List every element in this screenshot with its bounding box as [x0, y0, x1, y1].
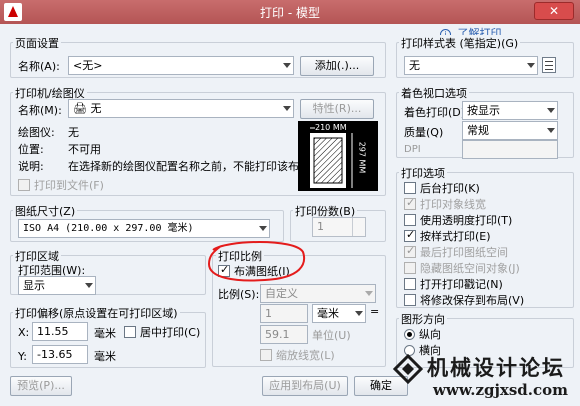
preview-button[interactable]: 预览(P)... — [10, 376, 72, 396]
page-setup-name-select[interactable]: <无> — [68, 56, 294, 75]
print-to-file-checkbox[interactable]: 打印到文件(F) — [18, 178, 104, 192]
plot-style-label: 打印样式表 (笔指定)(G) — [399, 35, 521, 51]
offset-x-unit: 毫米 — [94, 327, 116, 340]
dpi-input[interactable] — [462, 140, 558, 159]
save-changes-to-layout-checkbox[interactable]: 将修改保存到布局(V) — [404, 293, 524, 307]
apply-to-layout-button[interactable]: 应用到布局(U) — [262, 376, 348, 396]
forum-watermark: 机械设计论坛 www.zgjxsd.com — [393, 348, 577, 404]
dpi-label: DPI — [404, 144, 421, 155]
paper-size-select[interactable]: ISO A4 (210.00 x 297.00 毫米) — [18, 219, 270, 238]
paper-size-label: 图纸尺寸(Z) — [13, 203, 78, 219]
orientation-label: 图形方向 — [399, 311, 447, 327]
paper-preview: 210 MM 297 MM — [298, 121, 378, 191]
quality-select[interactable]: 常规 — [462, 121, 558, 140]
scale-unit-select[interactable]: 毫米 — [312, 304, 366, 323]
plot-with-styles-checkbox[interactable]: 按样式打印(E) — [404, 228, 491, 243]
scale-numerator-input[interactable]: 1 — [260, 304, 308, 323]
chevron-down-icon — [259, 226, 267, 231]
plot-lineweights-checkbox[interactable]: 打印对象线宽 — [404, 196, 486, 211]
chevron-down-icon — [85, 283, 93, 288]
offset-y-input[interactable]: -13.65 — [32, 345, 88, 364]
plotter-label: 绘图仪: — [18, 126, 55, 139]
plotter-value: 无 — [68, 126, 79, 139]
chevron-down-icon — [355, 311, 363, 316]
description-label: 说明: — [18, 160, 44, 173]
printer-properties-button[interactable]: 特性(R)... — [300, 99, 374, 119]
shade-plot-label: 着色打印(D) — [404, 106, 466, 119]
scale-denominator-input[interactable]: 59.1 — [260, 325, 308, 344]
chevron-down-icon — [547, 128, 555, 133]
watermark-url: www.zgjxsd.com — [433, 381, 568, 399]
shaded-viewport-label: 着色视口选项 — [399, 85, 469, 101]
center-plot-checkbox[interactable]: 居中打印(C) — [124, 325, 200, 339]
preview-width-label: 210 MM — [315, 123, 347, 132]
background-plot-checkbox[interactable]: 后台打印(K) — [404, 181, 480, 195]
quality-label: 质量(Q) — [404, 126, 444, 139]
description-value: 在选择新的绘图仪配置名称之前，不能打印该布局。 — [68, 160, 321, 173]
location-label: 位置: — [18, 143, 44, 156]
add-page-setup-button[interactable]: 添加(.)... — [300, 56, 374, 76]
printer-name-select[interactable]: 🖨 无 — [68, 99, 294, 118]
plot-range-select[interactable]: 显示 — [18, 276, 96, 295]
printer-name-label: 名称(M): — [18, 104, 62, 117]
preview-height-label: 297 MM — [357, 141, 367, 174]
close-button[interactable]: ✕ — [534, 2, 574, 20]
page-setup-label: 页面设置 — [13, 35, 61, 51]
watermark-logo-icon — [393, 354, 423, 384]
printer-icon: 🖨 — [73, 102, 87, 115]
page-setup-name-label: 名称(A): — [18, 60, 60, 73]
scale-label: 比例(S): — [218, 288, 260, 301]
plot-style-select[interactable]: 无 — [404, 56, 538, 75]
plot-transparency-checkbox[interactable]: 使用透明度打印(T) — [404, 213, 512, 227]
chevron-down-icon — [547, 108, 555, 113]
scale-select[interactable]: 自定义 — [260, 284, 376, 303]
offset-x-label: X: — [18, 326, 30, 339]
plot-offset-label: 打印偏移(原点设置在可打印区域) — [13, 305, 180, 321]
title-bar: 打印 - 模型 ✕ — [0, 0, 580, 24]
shade-plot-select[interactable]: 按显示 — [462, 101, 558, 120]
location-value: 不可用 — [68, 143, 101, 156]
scale-equals-sign: = — [370, 305, 380, 318]
chevron-down-icon — [527, 63, 535, 68]
window-title: 打印 - 模型 — [260, 6, 320, 20]
portrait-radio[interactable]: 纵向 — [404, 326, 441, 342]
edit-plot-style-icon[interactable] — [542, 57, 556, 73]
plot-options-label: 打印选项 — [399, 165, 447, 181]
chevron-down-icon — [365, 291, 373, 296]
watermark-title: 机械设计论坛 — [427, 356, 565, 380]
chevron-down-icon — [283, 63, 291, 68]
scale-lineweights-checkbox[interactable]: 缩放线宽(L) — [260, 348, 335, 362]
copies-stepper[interactable]: 1 — [312, 217, 366, 237]
red-annotation-circle — [207, 241, 305, 282]
scale-unit-label: 单位(U) — [312, 329, 351, 342]
chevron-down-icon — [283, 106, 291, 111]
offset-y-unit: 毫米 — [94, 350, 116, 363]
offset-x-input[interactable]: 11.55 — [32, 322, 88, 341]
hide-paperspace-objects-checkbox[interactable]: 隐藏图纸空间对象(J) — [404, 261, 520, 275]
plot-stamp-checkbox[interactable]: 打开打印戳记(N) — [404, 277, 503, 291]
plot-paperspace-last-checkbox[interactable]: 最后打印图纸空间 — [404, 244, 508, 259]
offset-y-label: Y: — [18, 350, 27, 363]
